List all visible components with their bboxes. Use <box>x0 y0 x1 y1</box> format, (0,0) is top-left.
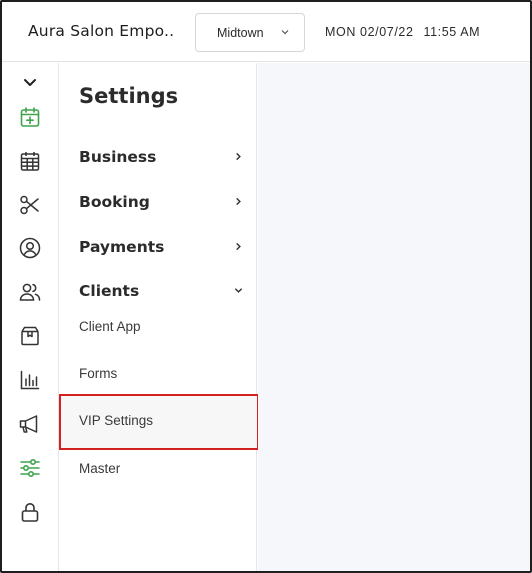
chevron-right-icon <box>236 152 241 161</box>
app-window: Aura Salon Empo.. Midtown MON 02/07/22 11… <box>0 0 532 573</box>
chevron-right-icon <box>236 242 241 251</box>
section-label: Payments <box>79 238 165 256</box>
settings-section-payments[interactable]: Payments <box>59 228 257 264</box>
nav-new-appointment[interactable] <box>16 103 44 131</box>
icon-sidebar <box>2 63 59 571</box>
users-icon <box>19 283 41 301</box>
settings-item-client-app[interactable]: Client App <box>59 307 257 347</box>
scissors-icon <box>20 195 39 215</box>
nav-marketing[interactable] <box>16 410 44 438</box>
nav-reports[interactable] <box>16 366 44 394</box>
lock-icon <box>21 503 39 522</box>
calendar-grid-icon <box>20 152 40 171</box>
section-label: Business <box>79 148 157 166</box>
item-label: Master <box>79 461 121 476</box>
page-title: Settings <box>79 84 179 108</box>
sliders-icon <box>20 458 40 478</box>
current-time: 11:55 AM <box>423 25 481 39</box>
item-label: VIP Settings <box>79 413 154 428</box>
nav-calendar[interactable] <box>16 147 44 175</box>
settings-panel: Settings Business Booking Payments Clien… <box>59 63 259 571</box>
settings-item-vip-settings[interactable]: VIP Settings <box>59 394 259 450</box>
date-time-display: MON 02/07/22 11:55 AM <box>325 25 480 39</box>
collapse-sidebar-button[interactable] <box>16 69 44 97</box>
settings-section-business[interactable]: Business <box>59 138 257 174</box>
box-icon <box>21 326 39 346</box>
nav-clients[interactable] <box>16 278 44 306</box>
nav-services[interactable] <box>16 191 44 219</box>
megaphone-icon <box>19 415 38 433</box>
section-label: Booking <box>79 193 150 211</box>
chevron-down-icon <box>24 79 36 86</box>
nav-lock[interactable] <box>16 498 44 526</box>
item-label: Client App <box>79 319 141 334</box>
user-circle-icon <box>19 237 41 259</box>
chevron-right-icon <box>236 197 241 206</box>
top-bar: Aura Salon Empo.. Midtown MON 02/07/22 11… <box>2 2 530 62</box>
section-label: Clients <box>79 282 140 300</box>
settings-item-master[interactable]: Master <box>59 449 257 489</box>
nav-settings[interactable] <box>16 454 44 482</box>
chevron-down-icon <box>281 30 289 35</box>
settings-section-clients[interactable]: Clients <box>59 272 257 308</box>
nav-profile[interactable] <box>16 234 44 262</box>
salon-name[interactable]: Aura Salon Empo.. <box>28 22 174 40</box>
current-date: MON 02/07/22 <box>325 25 414 39</box>
content-area <box>258 63 530 571</box>
location-dropdown[interactable]: Midtown <box>195 13 305 52</box>
item-label: Forms <box>79 366 118 381</box>
settings-section-booking[interactable]: Booking <box>59 183 257 219</box>
nav-products[interactable] <box>16 322 44 350</box>
calendar-add-icon <box>20 107 40 127</box>
bar-chart-icon <box>20 370 40 390</box>
location-label: Midtown <box>217 26 264 40</box>
settings-item-forms[interactable]: Forms <box>59 354 257 394</box>
chevron-down-icon <box>234 288 243 293</box>
